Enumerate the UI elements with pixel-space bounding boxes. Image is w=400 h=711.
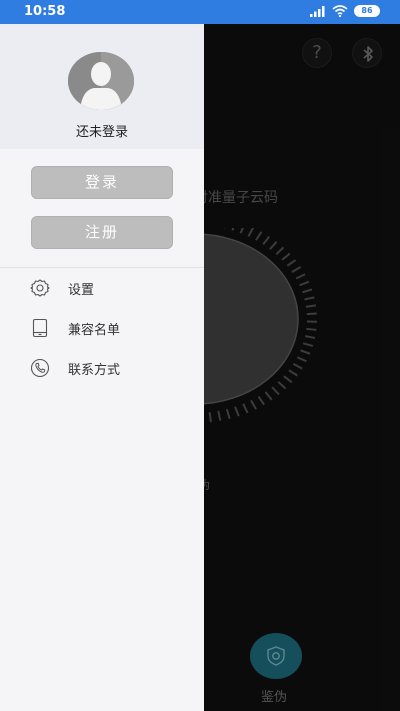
drawer-header: 还未登录 — [0, 24, 204, 149]
gear-icon — [30, 279, 50, 297]
tablet-icon — [32, 318, 48, 338]
battery-level: 86 — [361, 6, 373, 15]
status-time: 10:58 — [24, 4, 66, 19]
phone-icon — [30, 358, 50, 378]
login-button[interactable]: 登录 — [31, 166, 173, 199]
menu-item-settings[interactable]: 设置 — [0, 268, 204, 308]
navigation-drawer: 还未登录 登录 注册 设置 兼容名单 联系方式 — [0, 24, 204, 711]
login-status-text: 还未登录 — [75, 125, 128, 140]
menu-item-label: 联系方式 — [68, 363, 121, 378]
menu-item-label: 设置 — [68, 283, 95, 298]
status-bar: 10:58 86 — [0, 0, 400, 24]
menu-item-compatibility-list[interactable]: 兼容名单 — [0, 308, 204, 348]
avatar[interactable] — [68, 52, 134, 110]
menu-item-label: 兼容名单 — [68, 323, 121, 338]
user-silhouette-icon — [68, 52, 134, 110]
menu-item-contact[interactable]: 联系方式 — [0, 348, 204, 388]
battery-icon: 86 — [354, 5, 380, 17]
app-screen: 10:58 86 ? 请对准量子云码 伪 鉴伪 还未登录 登录 注册 设置 兼容… — [0, 0, 400, 711]
status-icons: 86 — [310, 5, 380, 17]
wifi-icon — [332, 5, 348, 17]
register-button[interactable]: 注册 — [31, 216, 173, 249]
signal-icon — [310, 6, 325, 17]
